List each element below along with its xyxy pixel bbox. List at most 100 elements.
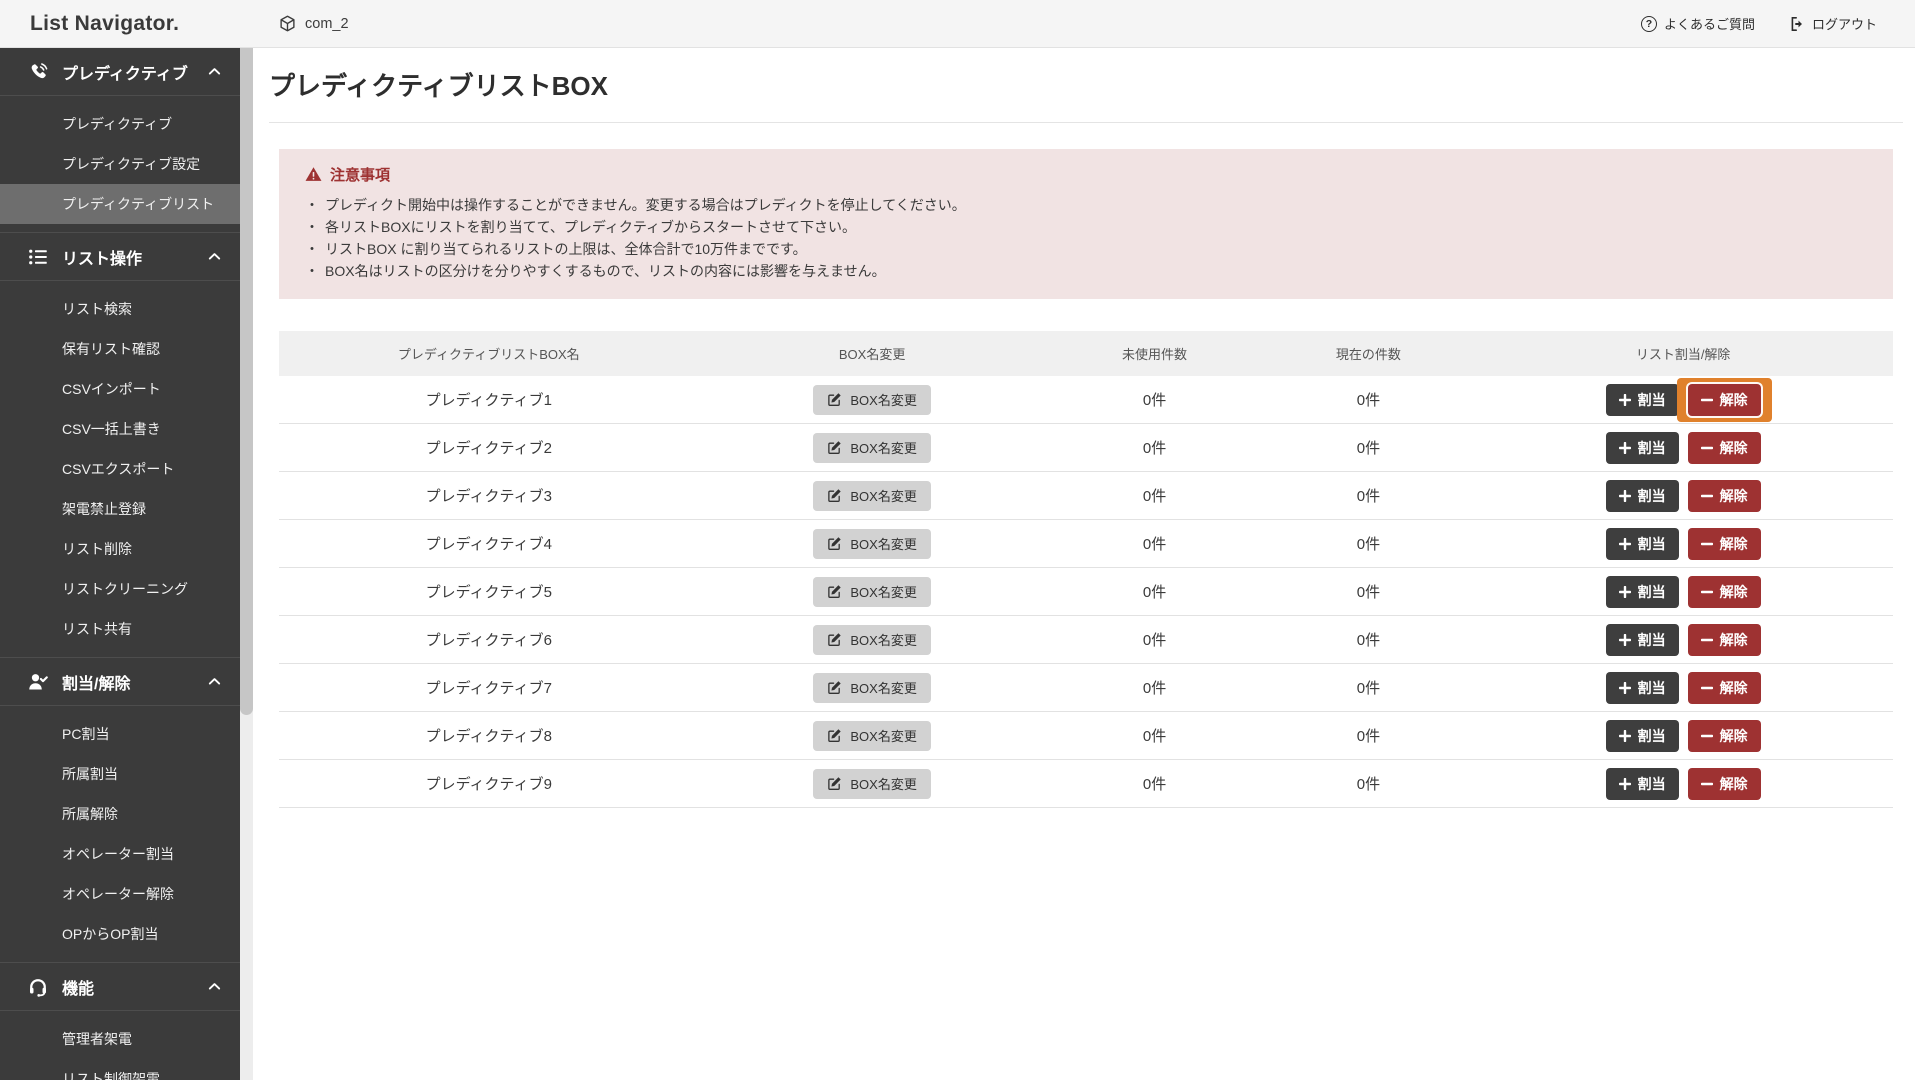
minus-icon xyxy=(1701,634,1713,646)
edit-icon xyxy=(827,728,842,743)
sidebar-item[interactable]: 所属解除 xyxy=(0,794,240,834)
rename-box-button[interactable]: BOX名変更 xyxy=(813,433,930,463)
topbar: List Navigator. com_2 ? よくあるご質問 ログアウト xyxy=(0,0,1915,48)
assign-button[interactable]: 割当 xyxy=(1606,576,1679,608)
edit-icon xyxy=(827,632,842,647)
sidebar-item[interactable]: PC割当 xyxy=(0,714,240,754)
sidebar-item[interactable]: OPからOP割当 xyxy=(0,914,240,954)
logout-link[interactable]: ログアウト xyxy=(1789,14,1877,33)
sidebar-section-header[interactable]: プレディクティブ xyxy=(0,48,240,96)
current-count: 0件 xyxy=(1357,725,1380,746)
sidebar-scrollbar-thumb[interactable] xyxy=(240,48,253,715)
sidebar-item[interactable]: プレディクティブ設定 xyxy=(0,144,240,184)
assign-button[interactable]: 割当 xyxy=(1606,720,1679,752)
sidebar-item[interactable]: 架電禁止登録 xyxy=(0,489,240,529)
sidebar-scrollbar-track[interactable] xyxy=(240,48,253,1080)
rename-box-button[interactable]: BOX名変更 xyxy=(813,769,930,799)
release-button[interactable]: 解除 xyxy=(1688,528,1761,560)
release-button[interactable]: 解除 xyxy=(1688,480,1761,512)
assign-button[interactable]: 割当 xyxy=(1606,672,1679,704)
assign-button[interactable]: 割当 xyxy=(1606,768,1679,800)
sidebar-item[interactable]: 保有リスト確認 xyxy=(0,329,240,369)
cube-icon xyxy=(279,15,296,32)
unused-count: 0件 xyxy=(1143,677,1166,698)
faq-label: よくあるご質問 xyxy=(1664,14,1755,33)
rename-box-button[interactable]: BOX名変更 xyxy=(813,673,930,703)
sidebar-item[interactable]: リスト共有 xyxy=(0,609,240,649)
plus-icon xyxy=(1619,682,1631,694)
release-button[interactable]: 解除 xyxy=(1688,720,1761,752)
edit-icon xyxy=(827,584,842,599)
release-button[interactable]: 解除 xyxy=(1688,576,1761,608)
rename-box-button[interactable]: BOX名変更 xyxy=(813,481,930,511)
plus-icon xyxy=(1619,778,1631,790)
col-header-rename: BOX名変更 xyxy=(699,344,1046,363)
box-name: プレディクティブ1 xyxy=(426,389,552,410)
chevron-up-icon xyxy=(207,64,222,79)
chevron-up-icon xyxy=(207,249,222,264)
rename-box-button[interactable]: BOX名変更 xyxy=(813,385,930,415)
table-row: プレディクティブ5 BOX名変更 0件 0件 割当 解除 xyxy=(279,568,1893,616)
sidebar-item[interactable]: プレディクティブ xyxy=(0,104,240,144)
box-name: プレディクティブ3 xyxy=(426,485,552,506)
current-count: 0件 xyxy=(1357,533,1380,554)
table-row: プレディクティブ3 BOX名変更 0件 0件 割当 解除 xyxy=(279,472,1893,520)
sidebar-section-label: リスト操作 xyxy=(62,245,142,269)
plus-icon xyxy=(1619,634,1631,646)
assign-button[interactable]: 割当 xyxy=(1606,624,1679,656)
rename-box-button[interactable]: BOX名変更 xyxy=(813,529,930,559)
sidebar-item[interactable]: オペレーター解除 xyxy=(0,874,240,914)
faq-link[interactable]: ? よくあるご質問 xyxy=(1641,14,1755,33)
minus-icon xyxy=(1701,442,1713,454)
sidebar-section-header[interactable]: 機能 xyxy=(0,963,240,1011)
notice-title: 注意事項 xyxy=(330,164,390,185)
notice-bullet: BOX名はリストの区分けを分りやすくするもので、リストの内容には影響を与えません… xyxy=(305,260,1867,282)
table-row: プレディクティブ8 BOX名変更 0件 0件 割当 解除 xyxy=(279,712,1893,760)
main-content: プレディクティブリストBOX 注意事項 プレディクト開始中は操作することができま… xyxy=(253,48,1915,1080)
assign-button[interactable]: 割当 xyxy=(1606,528,1679,560)
rename-box-button[interactable]: BOX名変更 xyxy=(813,625,930,655)
sidebar-item[interactable]: CSVインポート xyxy=(0,369,240,409)
logout-icon xyxy=(1789,16,1805,32)
edit-icon xyxy=(827,536,842,551)
current-count: 0件 xyxy=(1357,773,1380,794)
sidebar-item[interactable]: CSV一括上書き xyxy=(0,409,240,449)
rename-box-button[interactable]: BOX名変更 xyxy=(813,577,930,607)
question-icon: ? xyxy=(1641,16,1657,32)
listbox-table: プレディクティブリストBOX名 BOX名変更 未使用件数 現在の件数 リスト割当… xyxy=(279,331,1893,808)
sidebar-section-header[interactable]: リスト操作 xyxy=(0,233,240,281)
table-header-row: プレディクティブリストBOX名 BOX名変更 未使用件数 現在の件数 リスト割当… xyxy=(279,331,1893,376)
release-button[interactable]: 解除 xyxy=(1688,768,1761,800)
sidebar-section-header[interactable]: 割当/解除 xyxy=(0,658,240,706)
col-header-actions: リスト割当/解除 xyxy=(1473,344,1893,363)
assign-button[interactable]: 割当 xyxy=(1606,384,1679,416)
sidebar-item[interactable]: オペレーター割当 xyxy=(0,834,240,874)
assign-button[interactable]: 割当 xyxy=(1606,480,1679,512)
box-name: プレディクティブ2 xyxy=(426,437,552,458)
edit-icon xyxy=(827,440,842,455)
notice-bullet: 各リストBOXにリストを割り当てて、プレディクティブからスタートさせて下さい。 xyxy=(305,216,1867,238)
minus-icon xyxy=(1701,586,1713,598)
sidebar-item[interactable]: リスト削除 xyxy=(0,529,240,569)
sidebar-item[interactable]: 所属割当 xyxy=(0,754,240,794)
unused-count: 0件 xyxy=(1143,773,1166,794)
sidebar-item[interactable]: リストクリーニング xyxy=(0,569,240,609)
current-count: 0件 xyxy=(1357,581,1380,602)
sidebar-item[interactable]: リスト検索 xyxy=(0,289,240,329)
sidebar-item[interactable]: リスト制御架電 xyxy=(0,1059,240,1080)
app-logo: List Navigator. xyxy=(30,12,179,35)
release-button[interactable]: 解除 xyxy=(1688,384,1761,416)
table-row: プレディクティブ1 BOX名変更 0件 0件 割当 解除 xyxy=(279,376,1893,424)
sidebar-item[interactable]: CSVエクスポート xyxy=(0,449,240,489)
current-count: 0件 xyxy=(1357,437,1380,458)
minus-icon xyxy=(1701,538,1713,550)
sidebar-item[interactable]: プレディクティブリスト xyxy=(0,184,240,224)
rename-box-button[interactable]: BOX名変更 xyxy=(813,721,930,751)
assign-button[interactable]: 割当 xyxy=(1606,432,1679,464)
notice-box: 注意事項 プレディクト開始中は操作することができません。変更する場合はプレディク… xyxy=(279,149,1893,299)
release-button[interactable]: 解除 xyxy=(1688,624,1761,656)
sidebar-section-label: 割当/解除 xyxy=(62,670,130,694)
release-button[interactable]: 解除 xyxy=(1688,672,1761,704)
release-button[interactable]: 解除 xyxy=(1688,432,1761,464)
sidebar-item[interactable]: 管理者架電 xyxy=(0,1019,240,1059)
